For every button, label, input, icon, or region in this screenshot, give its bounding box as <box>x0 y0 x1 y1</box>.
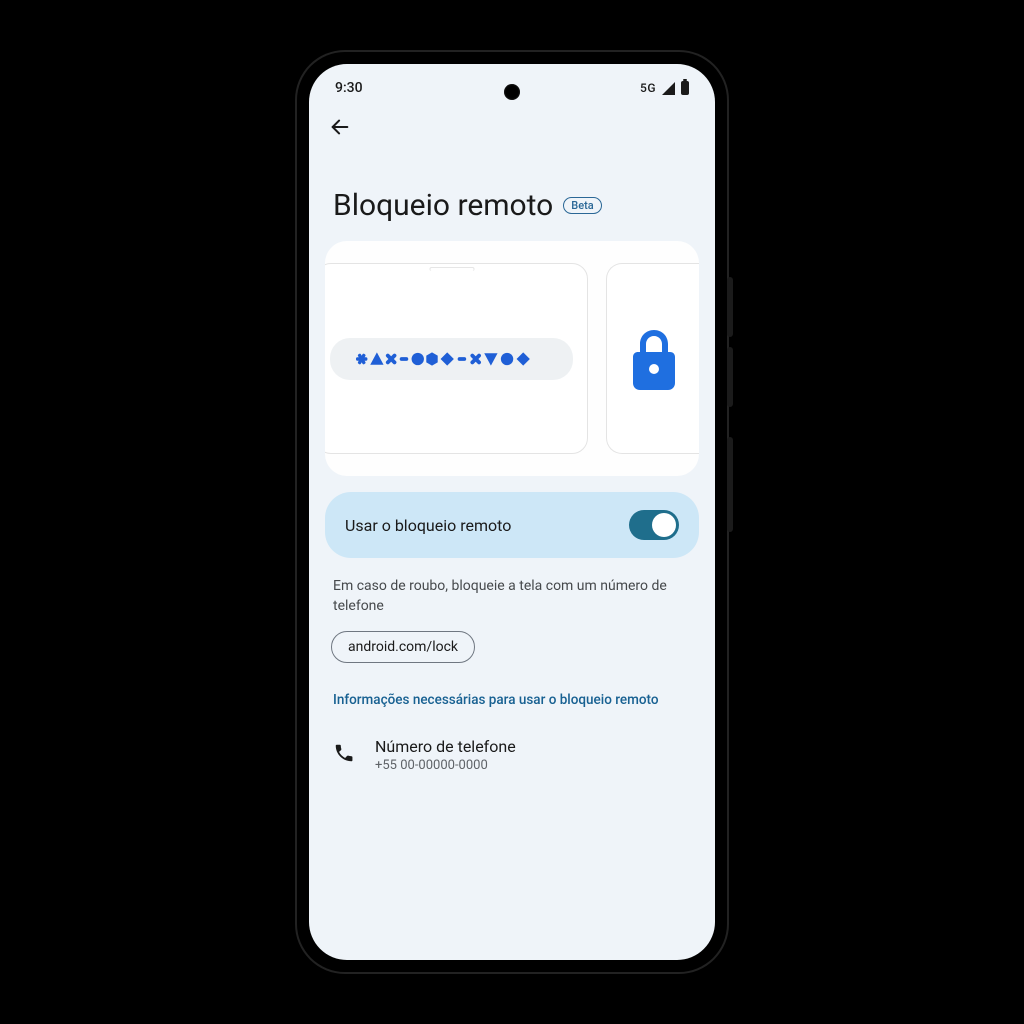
info-link[interactable]: Informações necessárias para usar o bloq… <box>325 663 699 726</box>
lock-icon <box>628 328 680 390</box>
phone-row[interactable]: Número de telefone +55 00-00000-0000 <box>325 725 699 785</box>
phone-text: Número de telefone +55 00-00000-0000 <box>375 737 516 773</box>
phone-icon <box>333 742 355 768</box>
illustration-locked-device <box>606 263 699 454</box>
title-row: Bloqueio remoto Beta <box>309 166 715 241</box>
header <box>309 102 715 166</box>
back-button[interactable] <box>325 112 355 148</box>
status-time: 9:30 <box>335 80 363 96</box>
arrow-left-icon <box>329 116 351 138</box>
toggle-switch[interactable] <box>629 510 679 540</box>
masked-code-pill <box>330 338 574 380</box>
screen: 9:30 5G Bloqueio remoto Beta <box>309 64 715 960</box>
status-right: 5G <box>640 81 689 95</box>
beta-badge: Beta <box>563 197 601 214</box>
illustration-card <box>325 241 699 476</box>
phone-label: Número de telefone <box>375 737 516 756</box>
page-title: Bloqueio remoto <box>333 188 553 223</box>
illustration-input-device <box>325 263 588 454</box>
battery-icon <box>681 81 689 95</box>
content: Usar o bloqueio remoto Em caso de roubo,… <box>309 241 715 785</box>
network-label: 5G <box>640 81 656 95</box>
toggle-card[interactable]: Usar o bloqueio remoto <box>325 492 699 558</box>
toggle-label: Usar o bloqueio remoto <box>345 516 511 535</box>
url-chip[interactable]: android.com/lock <box>331 631 475 663</box>
phone-frame: 9:30 5G Bloqueio remoto Beta <box>297 52 727 972</box>
description-text: Em caso de roubo, bloqueie a tela com um… <box>325 558 699 631</box>
phone-value: +55 00-00000-0000 <box>375 758 516 773</box>
signal-icon <box>662 82 675 95</box>
code-glyphs-icon <box>356 350 546 368</box>
camera-dot <box>504 84 520 100</box>
